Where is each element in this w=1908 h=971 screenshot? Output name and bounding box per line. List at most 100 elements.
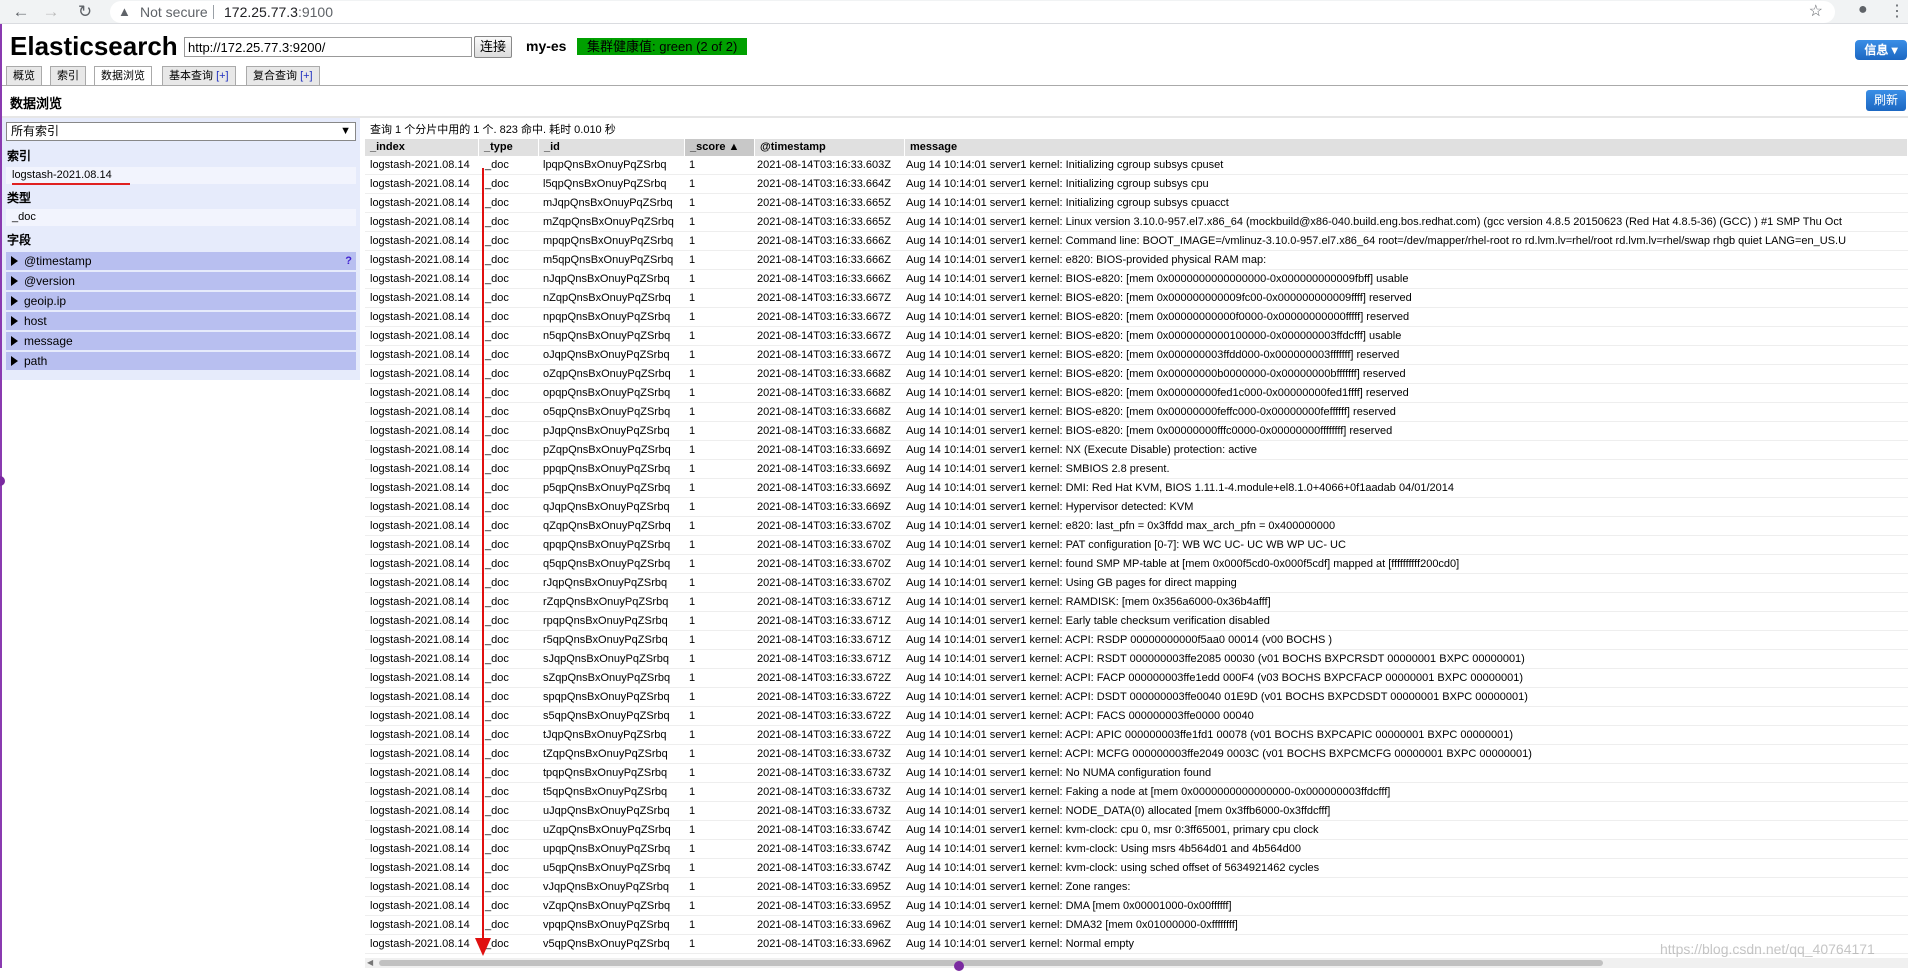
table-row[interactable]: logstash-2021.08.14 _doc rZqpQnsBxOnuyPqZS… — [365, 593, 1908, 612]
table-row[interactable]: logstash-2021.08.14 _doc p5qpQnsBxOnuyPqZS… — [365, 479, 1908, 498]
cell-index: logstash-2021.08.14 — [370, 501, 470, 513]
tab-indices[interactable]: 索引 — [50, 66, 86, 85]
field-geoip-ip[interactable]: geoip.ip — [6, 292, 356, 310]
cell-timestamp: 2021-08-14T03:16:33.668Z — [757, 368, 891, 380]
index-filter-item[interactable]: logstash-2021.08.14 — [6, 167, 356, 184]
table-row[interactable]: logstash-2021.08.14 _doc qpqpQnsBxOnuyPqZS… — [365, 536, 1908, 555]
table-row[interactable]: logstash-2021.08.14 _doc oZqpQnsBxOnuyPqZS… — [365, 365, 1908, 384]
cell-type: _doc — [485, 178, 509, 190]
cell-index: logstash-2021.08.14 — [370, 653, 470, 665]
tab-browser[interactable]: 数据浏览 — [94, 66, 152, 86]
table-row[interactable]: logstash-2021.08.14 _doc vpqpQnsBxOnuyPqZS… — [365, 916, 1908, 935]
field-path[interactable]: path — [6, 352, 356, 370]
table-row[interactable]: logstash-2021.08.14 _doc npqpQnsBxOnuyPqZS… — [365, 308, 1908, 327]
table-row[interactable]: logstash-2021.08.14 _doc t5qpQnsBxOnuyPqZS… — [365, 783, 1908, 802]
table-row[interactable]: logstash-2021.08.14 _doc rpqpQnsBxOnuyPqZS… — [365, 612, 1908, 631]
table-row[interactable]: logstash-2021.08.14 _doc tJqpQnsBxOnuyPqZS… — [365, 726, 1908, 745]
table-row[interactable]: logstash-2021.08.14 _doc lpqpQnsBxOnuyPqZS… — [365, 156, 1908, 175]
cell-id: oJqpQnsBxOnuyPqZSrbq — [543, 349, 670, 361]
column-header-index[interactable]: _index — [365, 139, 479, 156]
cell-score: 1 — [689, 786, 696, 798]
table-row[interactable]: logstash-2021.08.14 _doc uZqpQnsBxOnuyPqZS… — [365, 821, 1908, 840]
table-row[interactable]: logstash-2021.08.14 _doc mZqpQnsBxOnuyPqZS… — [365, 213, 1908, 232]
cell-message: Aug 14 10:14:01 server1 kernel: BIOS-e82… — [906, 425, 1393, 437]
table-row[interactable]: logstash-2021.08.14 _doc n5qpQnsBxOnuyPqZS… — [365, 327, 1908, 346]
resize-handle-bottom[interactable] — [954, 961, 964, 971]
table-row[interactable]: logstash-2021.08.14 _doc mpqpQnsBxOnuyPqZS… — [365, 232, 1908, 251]
table-row[interactable]: logstash-2021.08.14 _doc l5qpQnsBxOnuyPqZS… — [365, 175, 1908, 194]
profile-icon[interactable]: ● — [1858, 1, 1868, 19]
info-dropdown-button[interactable]: 信息 ▾ — [1855, 40, 1907, 60]
cell-id: r5qpQnsBxOnuyPqZSrbq — [543, 634, 668, 646]
cell-timestamp: 2021-08-14T03:16:33.665Z — [757, 197, 891, 209]
table-row[interactable]: logstash-2021.08.14 _doc u5qpQnsBxOnuyPqZS… — [365, 859, 1908, 878]
table-row[interactable]: logstash-2021.08.14 _doc pJqpQnsBxOnuyPqZS… — [365, 422, 1908, 441]
table-row[interactable]: logstash-2021.08.14 _doc nZqpQnsBxOnuyPqZS… — [365, 289, 1908, 308]
table-row[interactable]: logstash-2021.08.14 _doc mJqpQnsBxOnuyPqZS… — [365, 194, 1908, 213]
cell-score: 1 — [689, 425, 696, 437]
tab-basic-query[interactable]: 基本查询 [+] — [162, 66, 236, 85]
table-row[interactable]: logstash-2021.08.14 _doc nJqpQnsBxOnuyPqZS… — [365, 270, 1908, 289]
table-row[interactable]: logstash-2021.08.14 _doc pZqpQnsBxOnuyPqZS… — [365, 441, 1908, 460]
table-row[interactable]: logstash-2021.08.14 _doc m5qpQnsBxOnuyPqZS… — [365, 251, 1908, 270]
address-bar[interactable]: ▲ Not secure 172.25.77.3:9100 ☆ — [110, 1, 1835, 23]
table-row[interactable]: logstash-2021.08.14 _doc tZqpQnsBxOnuyPqZS… — [365, 745, 1908, 764]
type-filter-item[interactable]: _doc — [6, 209, 356, 226]
table-row[interactable]: logstash-2021.08.14 _doc qZqpQnsBxOnuyPqZS… — [365, 517, 1908, 536]
column-header-id[interactable]: _id — [539, 139, 685, 156]
column-header-score[interactable]: _score ▲ — [685, 139, 755, 156]
resize-handle-left[interactable] — [0, 476, 5, 486]
table-row[interactable]: logstash-2021.08.14 _doc qJqpQnsBxOnuyPqZS… — [365, 498, 1908, 517]
cell-index: logstash-2021.08.14 — [370, 577, 470, 589]
index-select[interactable]: 所有索引 ▼ — [6, 122, 356, 141]
cell-score: 1 — [689, 463, 696, 475]
table-row[interactable]: logstash-2021.08.14 _doc uJqpQnsBxOnuyPqZS… — [365, 802, 1908, 821]
address-separator — [213, 5, 214, 19]
help-icon[interactable]: ? — [345, 252, 352, 270]
table-row[interactable]: logstash-2021.08.14 _doc ppqpQnsBxOnuyPqZS… — [365, 460, 1908, 479]
table-row[interactable]: logstash-2021.08.14 _doc tpqpQnsBxOnuyPqZS… — [365, 764, 1908, 783]
table-row[interactable]: logstash-2021.08.14 _doc o5qpQnsBxOnuyPqZS… — [365, 403, 1908, 422]
cell-message: Aug 14 10:14:01 server1 kernel: kvm-cloc… — [906, 843, 1302, 855]
column-header-type[interactable]: _type — [479, 139, 539, 156]
field-version[interactable]: @version — [6, 272, 356, 290]
back-icon[interactable]: ← — [10, 1, 32, 23]
cell-index: logstash-2021.08.14 — [370, 710, 470, 722]
cluster-url-input[interactable] — [184, 37, 472, 57]
table-row[interactable]: logstash-2021.08.14 _doc opqpQnsBxOnuyPqZS… — [365, 384, 1908, 403]
bookmark-star-icon[interactable]: ☆ — [1809, 1, 1823, 23]
table-row[interactable]: logstash-2021.08.14 _doc rJqpQnsBxOnuyPqZS… — [365, 574, 1908, 593]
table-row[interactable]: logstash-2021.08.14 _doc spqpQnsBxOnuyPqZS… — [365, 688, 1908, 707]
table-row[interactable]: logstash-2021.08.14 _doc q5qpQnsBxOnuyPqZS… — [365, 555, 1908, 574]
tab-compound-query[interactable]: 复合查询 [+] — [246, 66, 320, 85]
table-row[interactable]: logstash-2021.08.14 _doc s5qpQnsBxOnuyPqZS… — [365, 707, 1908, 726]
field-host[interactable]: host — [6, 312, 356, 330]
cell-id: s5qpQnsBxOnuyPqZSrbq — [543, 710, 670, 722]
table-row[interactable]: logstash-2021.08.14 _doc upqpQnsBxOnuyPqZS… — [365, 840, 1908, 859]
table-row[interactable]: logstash-2021.08.14 _doc r5qpQnsBxOnuyPqZS… — [365, 631, 1908, 650]
column-header-timestamp[interactable]: @timestamp — [755, 139, 905, 156]
forward-icon[interactable]: → — [40, 1, 62, 23]
horizontal-scrollbar[interactable]: ◀ — [365, 958, 1908, 968]
table-row[interactable]: logstash-2021.08.14 _doc oJqpQnsBxOnuyPqZS… — [365, 346, 1908, 365]
field-message[interactable]: message — [6, 332, 356, 350]
table-row[interactable]: logstash-2021.08.14 _doc sZqpQnsBxOnuyPqZS… — [365, 669, 1908, 688]
scrollbar-thumb[interactable] — [379, 960, 1603, 966]
cell-message: Aug 14 10:14:01 server1 kernel: RAMDISK:… — [906, 596, 1271, 608]
field-timestamp[interactable]: @timestamp? — [6, 252, 356, 270]
connect-button[interactable]: 连接 — [474, 36, 512, 58]
table-row[interactable]: logstash-2021.08.14 _doc sJqpQnsBxOnuyPqZS… — [365, 650, 1908, 669]
cell-score: 1 — [689, 444, 696, 456]
cell-message: Aug 14 10:14:01 server1 kernel: BIOS-e82… — [906, 311, 1410, 323]
table-row[interactable]: logstash-2021.08.14 _doc vZqpQnsBxOnuyPqZS… — [365, 897, 1908, 916]
column-header-message[interactable]: message — [905, 139, 1908, 156]
cell-message: Aug 14 10:14:01 server1 kernel: Initiali… — [906, 197, 1229, 209]
menu-icon[interactable]: ⋮ — [1889, 1, 1905, 21]
tab-overview[interactable]: 概览 — [6, 66, 42, 85]
refresh-button[interactable]: 刷新 — [1866, 90, 1906, 111]
reload-icon[interactable]: ↻ — [74, 1, 96, 23]
table-row[interactable]: logstash-2021.08.14 _doc vJqpQnsBxOnuyPqZS… — [365, 878, 1908, 897]
scroll-left-icon[interactable]: ◀ — [367, 958, 373, 967]
cell-type: _doc — [485, 653, 509, 665]
cell-index: logstash-2021.08.14 — [370, 862, 470, 874]
